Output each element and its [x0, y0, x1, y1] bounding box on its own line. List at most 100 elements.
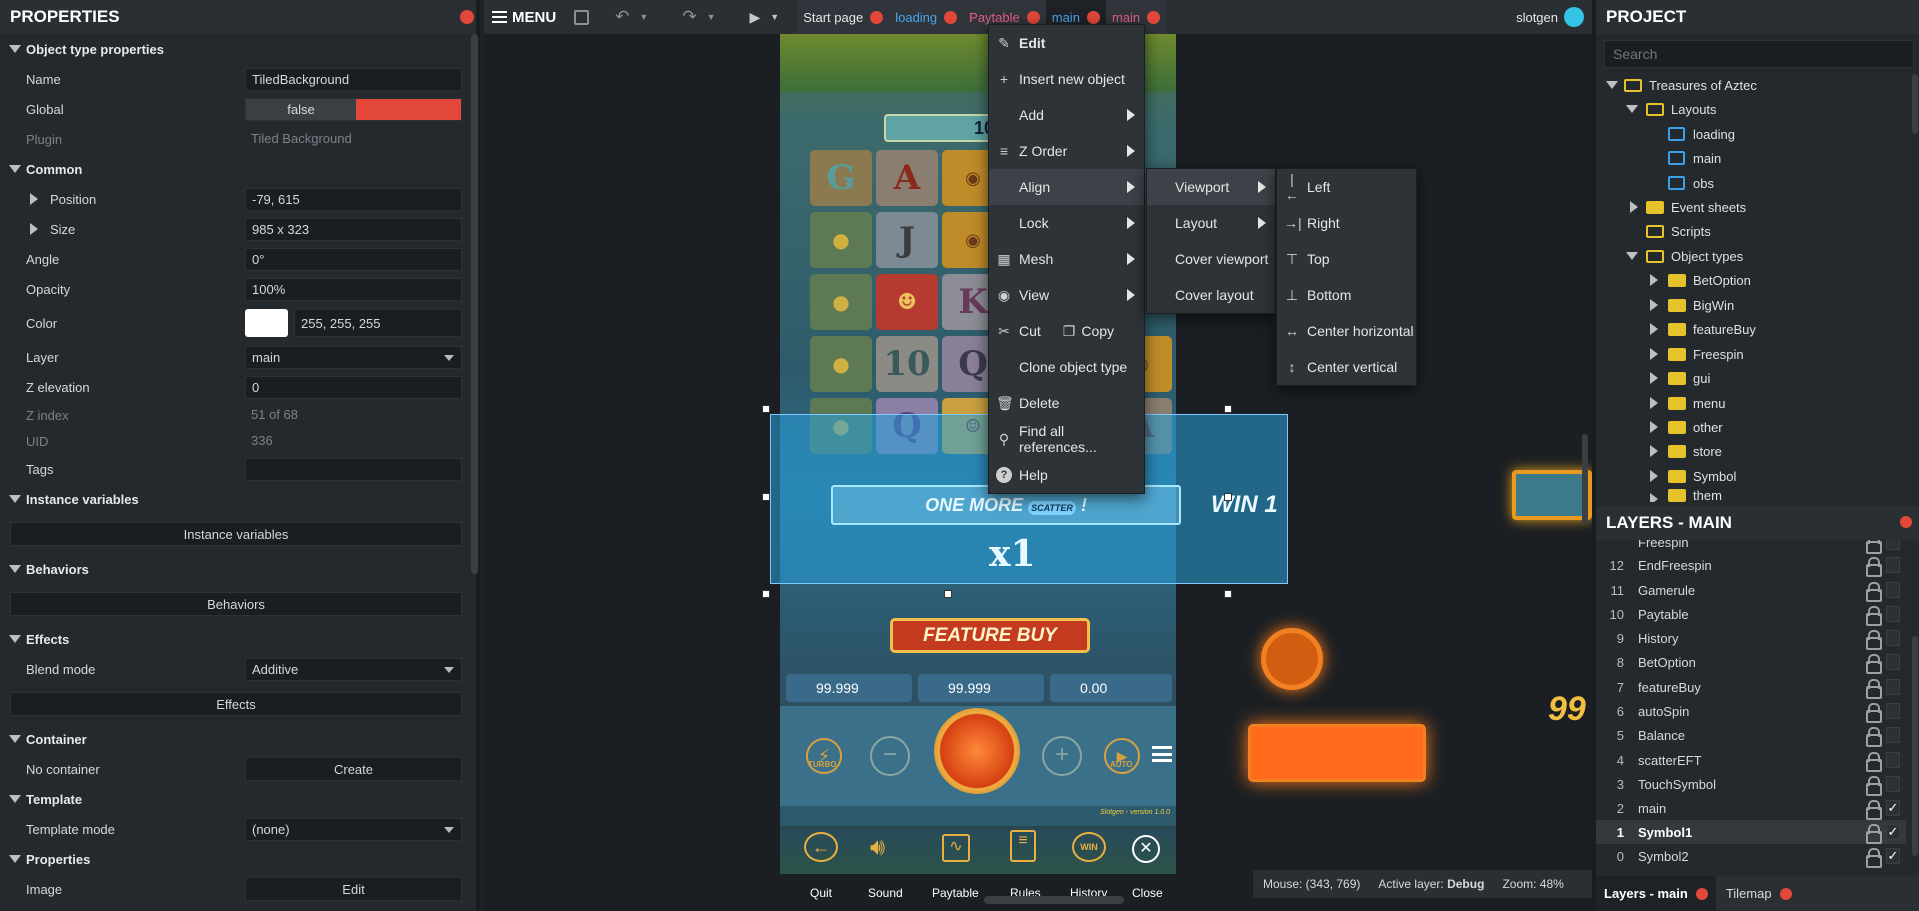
play-icon[interactable]: ▶	[750, 9, 761, 26]
visibility-checkbox[interactable]: ✓	[1886, 800, 1900, 816]
properties-close-icon[interactable]	[460, 10, 474, 24]
submenu-cover-layout[interactable]: Cover layout	[1147, 277, 1275, 313]
layer-row-active[interactable]: 1 Symbol1 ✓	[1596, 820, 1906, 844]
menu-insert-object[interactable]: + Insert new object	[989, 61, 1144, 97]
visibility-checkbox[interactable]	[1886, 630, 1900, 646]
section-common[interactable]: Common	[0, 154, 480, 184]
effects-button[interactable]: Effects	[10, 692, 462, 716]
tree-folder-gui[interactable]: gui	[1596, 367, 1710, 389]
menu-cut[interactable]: Cut	[1019, 323, 1041, 339]
tree-folder-menu[interactable]: menu	[1596, 392, 1726, 414]
project-scrollbar[interactable]	[1912, 74, 1918, 134]
close-icon[interactable]	[870, 10, 884, 24]
tab-loading[interactable]: loading	[889, 0, 963, 34]
close-icon[interactable]	[1086, 10, 1100, 24]
menu-add[interactable]: Add	[989, 97, 1144, 133]
image-edit-button[interactable]: Edit	[245, 877, 462, 901]
section-object-type[interactable]: Object type properties	[0, 34, 480, 64]
lock-icon[interactable]	[1866, 727, 1882, 747]
align-right[interactable]: →| Right	[1277, 205, 1416, 241]
tree-folder-freespin[interactable]: Freespin	[1596, 343, 1744, 365]
side-panel-object[interactable]	[1512, 470, 1592, 520]
submenu-cover-viewport[interactable]: Cover viewport	[1147, 241, 1275, 277]
lock-icon[interactable]	[1866, 606, 1882, 626]
close-icon[interactable]	[1779, 887, 1792, 900]
menu-mesh[interactable]: ▦ Mesh	[989, 241, 1144, 277]
lock-icon[interactable]	[1866, 679, 1882, 699]
angle-field[interactable]: 0°	[245, 247, 462, 271]
properties-scrollbar[interactable]	[471, 34, 478, 574]
align-top[interactable]: ⊤ Top	[1277, 241, 1416, 277]
layer-row[interactable]: 6 autoSpin	[1596, 699, 1906, 723]
close-icon[interactable]	[1695, 887, 1708, 900]
close-icon[interactable]	[944, 10, 958, 24]
tree-folder-bigwin[interactable]: BigWin	[1596, 294, 1734, 316]
align-center-vertical[interactable]: ↕ Center vertical	[1277, 349, 1416, 385]
undo-icon[interactable]: ↶	[615, 7, 629, 27]
visibility-checkbox[interactable]	[1886, 540, 1900, 550]
layer-row[interactable]: 11 Gamerule	[1596, 578, 1906, 602]
visibility-checkbox[interactable]	[1886, 582, 1900, 598]
tree-scripts[interactable]: Scripts	[1596, 220, 1711, 242]
align-left[interactable]: |← Left	[1277, 169, 1416, 205]
layer-row[interactable]: 10 Paytable	[1596, 602, 1906, 626]
tree-object-types[interactable]: Object types	[1596, 245, 1743, 267]
resize-handle[interactable]	[1224, 590, 1232, 598]
section-behaviors[interactable]: Behaviors	[0, 554, 480, 584]
visibility-checkbox[interactable]	[1886, 752, 1900, 768]
position-field[interactable]: -79, 615	[245, 187, 462, 211]
layer-row[interactable]: 0 Symbol2 ✓	[1596, 844, 1906, 868]
expand-icon[interactable]	[1650, 299, 1658, 311]
menu-clone-object-type[interactable]: Clone object type	[989, 349, 1144, 385]
avatar[interactable]	[1564, 7, 1584, 27]
tab-start-page[interactable]: Start page	[797, 0, 889, 34]
menu-lock[interactable]: Lock	[989, 205, 1144, 241]
play-dropdown-icon[interactable]: ▼	[770, 12, 779, 22]
lock-icon[interactable]	[1866, 557, 1882, 577]
lock-icon[interactable]	[1866, 824, 1882, 844]
section-container[interactable]: Container	[0, 724, 480, 754]
menu-view[interactable]: ◉ View	[989, 277, 1144, 313]
tree-layouts[interactable]: Layouts	[1596, 98, 1717, 120]
layer-row[interactable]: 12 EndFreespin	[1596, 553, 1906, 577]
visibility-checkbox[interactable]: ✓	[1886, 848, 1900, 864]
tree-folder-store[interactable]: store	[1596, 440, 1722, 462]
lock-icon[interactable]	[1866, 582, 1882, 602]
expand-icon[interactable]	[1650, 421, 1658, 433]
lock-icon[interactable]	[1866, 848, 1882, 868]
submenu-layout[interactable]: Layout	[1147, 205, 1275, 241]
menu-help[interactable]: ? Help	[989, 457, 1144, 493]
tree-layout-loading[interactable]: loading	[1668, 123, 1735, 145]
tree-folder-symbol[interactable]: Symbol	[1596, 465, 1736, 487]
tree-event-sheets[interactable]: Event sheets	[1596, 196, 1746, 218]
user-name[interactable]: slotgen	[1516, 10, 1558, 25]
template-select[interactable]: (none)	[245, 817, 462, 841]
expand-icon[interactable]	[1650, 348, 1658, 360]
collapse-icon[interactable]	[1606, 81, 1618, 89]
save-icon[interactable]	[574, 9, 590, 25]
lock-icon[interactable]	[1866, 776, 1882, 796]
menu-find-references[interactable]: ⚲ Find all references...	[989, 421, 1144, 457]
section-properties[interactable]: Properties	[0, 844, 480, 874]
visibility-checkbox[interactable]	[1886, 703, 1900, 719]
tags-field[interactable]	[245, 457, 462, 481]
collapse-icon[interactable]	[1626, 252, 1638, 260]
global-toggle[interactable]: false	[245, 97, 462, 121]
size-expand-icon[interactable]	[30, 223, 38, 235]
layer-row[interactable]: 4 scatterEFT	[1596, 748, 1906, 772]
position-expand-icon[interactable]	[30, 193, 38, 205]
resize-handle[interactable]	[762, 405, 770, 413]
expand-icon[interactable]	[1650, 274, 1658, 286]
align-center-horizontal[interactable]: ↔ Center horizontal	[1277, 313, 1416, 349]
layer-row[interactable]: 8 BetOption	[1596, 650, 1906, 674]
lock-icon[interactable]	[1866, 800, 1882, 820]
close-icon[interactable]	[1026, 10, 1040, 24]
visibility-checkbox[interactable]: ✓	[1886, 824, 1900, 840]
redo-dropdown-icon[interactable]: ▼	[707, 12, 716, 22]
size-field[interactable]: 985 x 323	[245, 217, 462, 241]
lock-icon[interactable]	[1866, 752, 1882, 772]
blend-select[interactable]: Additive	[245, 657, 462, 681]
name-field[interactable]: TiledBackground	[245, 67, 462, 91]
undo-dropdown-icon[interactable]: ▼	[639, 12, 648, 22]
lock-icon[interactable]	[1866, 540, 1882, 554]
